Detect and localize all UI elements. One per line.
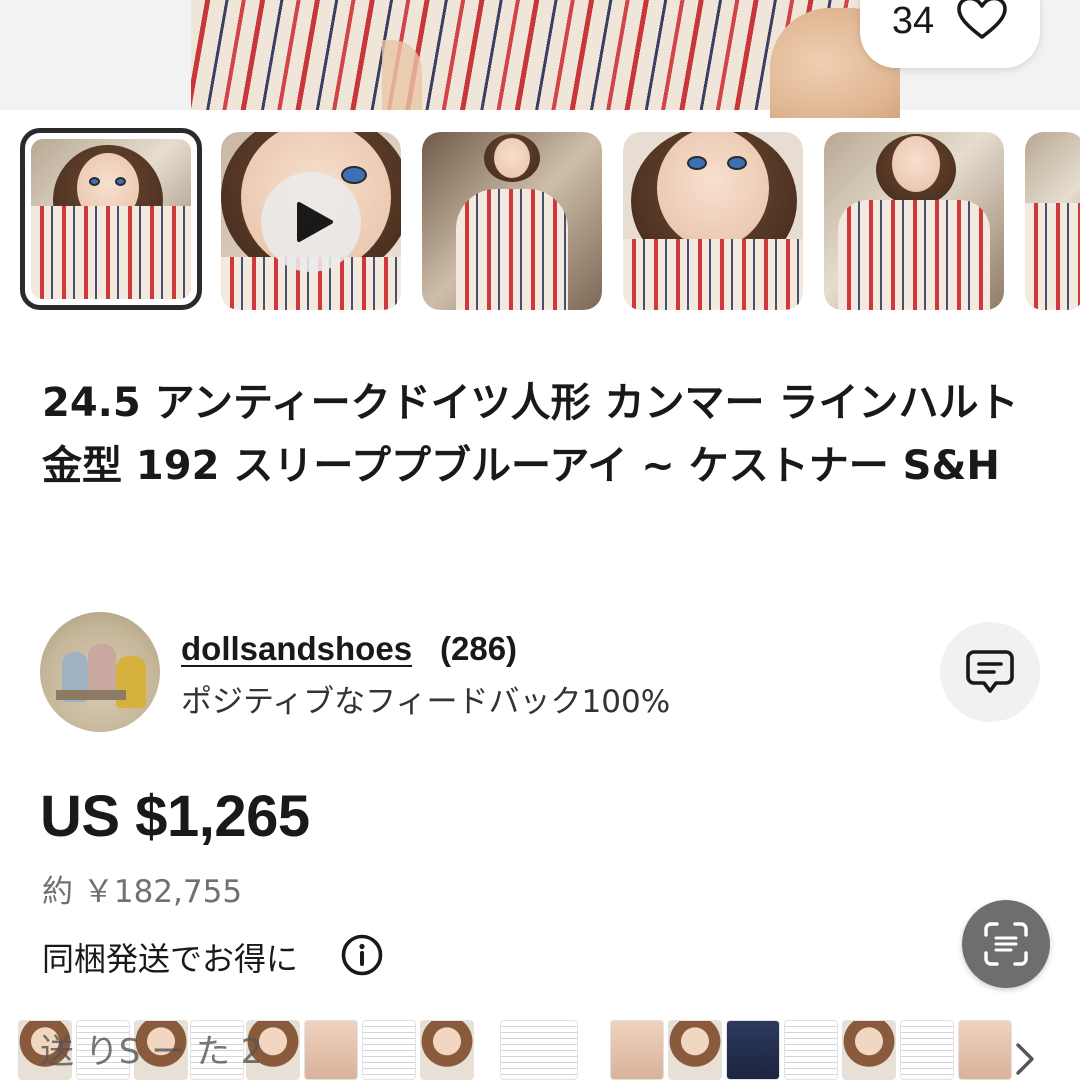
strip-thumbnail[interactable] <box>784 1020 838 1080</box>
thumbnail-image <box>623 132 803 310</box>
watch-button[interactable]: 34 <box>860 0 1040 68</box>
hero-image-detail <box>382 40 422 110</box>
thumbnail-5[interactable] <box>824 132 1004 310</box>
thumbnail-4[interactable] <box>623 132 803 310</box>
scan-icon <box>984 922 1028 966</box>
strip-thumbnail[interactable] <box>304 1020 358 1080</box>
thumbnail-image <box>1025 132 1080 310</box>
seller-feedback-count: (286) <box>440 630 518 667</box>
strip-thumbnail[interactable] <box>500 1020 578 1080</box>
strip-thumbnail[interactable] <box>610 1020 664 1080</box>
play-video-button[interactable] <box>261 172 361 272</box>
thumbnail-3[interactable] <box>422 132 602 310</box>
thumbnail-strip[interactable] <box>0 128 1080 314</box>
strip-thumbnail[interactable] <box>668 1020 722 1080</box>
strip-thumbnail[interactable] <box>420 1020 474 1080</box>
strip-thumbnail[interactable] <box>842 1020 896 1080</box>
seller-name-link[interactable]: dollsandshoes <box>181 630 412 668</box>
thumbnail-image <box>422 132 602 310</box>
listing-title: 24.5 アンティークドイツ人形 カンマー ラインハルト金型 192 スリーププ… <box>42 380 1019 489</box>
seller-card: dollsandshoes (286) ポジティブなフィードバック100% <box>40 612 1040 732</box>
thumbnail-6[interactable] <box>1025 132 1080 310</box>
thumbnail-image <box>31 139 191 299</box>
approx-price-jpy: 約 ￥182,755 <box>42 874 243 910</box>
strip-overlay-text: 送 りS ー た 2 <box>40 1032 263 1072</box>
strip-thumbnail[interactable] <box>726 1020 780 1080</box>
strip-thumbnail[interactable] <box>362 1020 416 1080</box>
bundle-shipping-text: 同梱発送でお得に <box>42 940 299 978</box>
info-icon[interactable] <box>340 933 384 977</box>
strip-thumbnail[interactable] <box>900 1020 954 1080</box>
image-search-button[interactable] <box>962 900 1050 988</box>
heart-icon <box>957 0 1007 39</box>
strip-thumbnail[interactable] <box>958 1020 1012 1080</box>
chevron-right-icon[interactable] <box>1014 1042 1036 1076</box>
thumbnail-2-video[interactable] <box>221 132 401 310</box>
seller-feedback-percent: ポジティブなフィードバック100% <box>181 684 671 720</box>
message-seller-button[interactable] <box>940 622 1040 722</box>
thumbnail-image <box>824 132 1004 310</box>
hero-image-area[interactable]: 34 <box>0 0 1080 118</box>
play-icon <box>297 202 333 242</box>
watch-count: 34 <box>891 0 935 42</box>
price: US $1,265 <box>40 784 310 849</box>
thumbnail-1[interactable] <box>20 128 202 310</box>
message-icon <box>966 650 1014 693</box>
avatar[interactable] <box>40 612 160 732</box>
